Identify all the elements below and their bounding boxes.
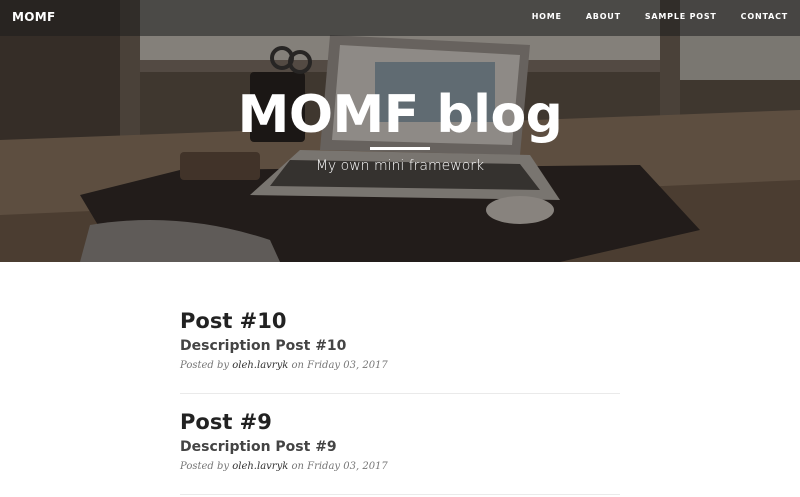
nav-link-contact[interactable]: CONTACT — [741, 12, 788, 21]
post-description[interactable]: Description Post #10 — [180, 338, 346, 354]
posted-by-label: Posted by — [180, 461, 230, 472]
post-divider — [180, 494, 620, 495]
nav-link-about[interactable]: ABOUT — [586, 12, 621, 21]
post-description[interactable]: Description Post #9 — [180, 439, 337, 455]
post-author-link[interactable]: oleh.lavryk — [232, 461, 288, 472]
post-divider — [180, 393, 620, 394]
post-author-link[interactable]: oleh.lavryk — [232, 360, 288, 371]
nav-link-home[interactable]: HOME — [532, 12, 562, 21]
post-title-link[interactable]: Post #10 — [180, 309, 287, 333]
post-title-link[interactable]: Post #9 — [180, 410, 272, 434]
on-label: on — [291, 360, 304, 371]
nav-links: HOME ABOUT SAMPLE POST CONTACT — [508, 12, 788, 21]
post-meta: Posted by oleh.lavryk on Friday 03, 2017 — [180, 360, 388, 371]
post-meta: Posted by oleh.lavryk on Friday 03, 2017 — [180, 461, 388, 472]
title-divider — [370, 147, 430, 150]
post-date: Friday 03, 2017 — [307, 360, 388, 371]
site-title: MOMF blog — [237, 85, 563, 145]
top-navbar: MOMF HOME ABOUT SAMPLE POST CONTACT — [0, 0, 800, 36]
post-preview[interactable]: Post #10 Description Post #10 Posted by … — [180, 300, 620, 401]
posted-by-label: Posted by — [180, 360, 230, 371]
brand-logo-link[interactable]: MOMF — [12, 10, 55, 24]
post-preview[interactable]: Post #9 Description Post #9 Posted by ol… — [180, 401, 620, 497]
hero-header: MOMF HOME ABOUT SAMPLE POST CONTACT MOMF… — [0, 0, 800, 262]
on-label: on — [291, 461, 304, 472]
post-list: Post #10 Description Post #10 Posted by … — [180, 300, 620, 497]
nav-link-sample-post[interactable]: SAMPLE POST — [645, 12, 717, 21]
post-date: Friday 03, 2017 — [307, 461, 388, 472]
site-subtitle: My own mini framework — [315, 158, 485, 174]
